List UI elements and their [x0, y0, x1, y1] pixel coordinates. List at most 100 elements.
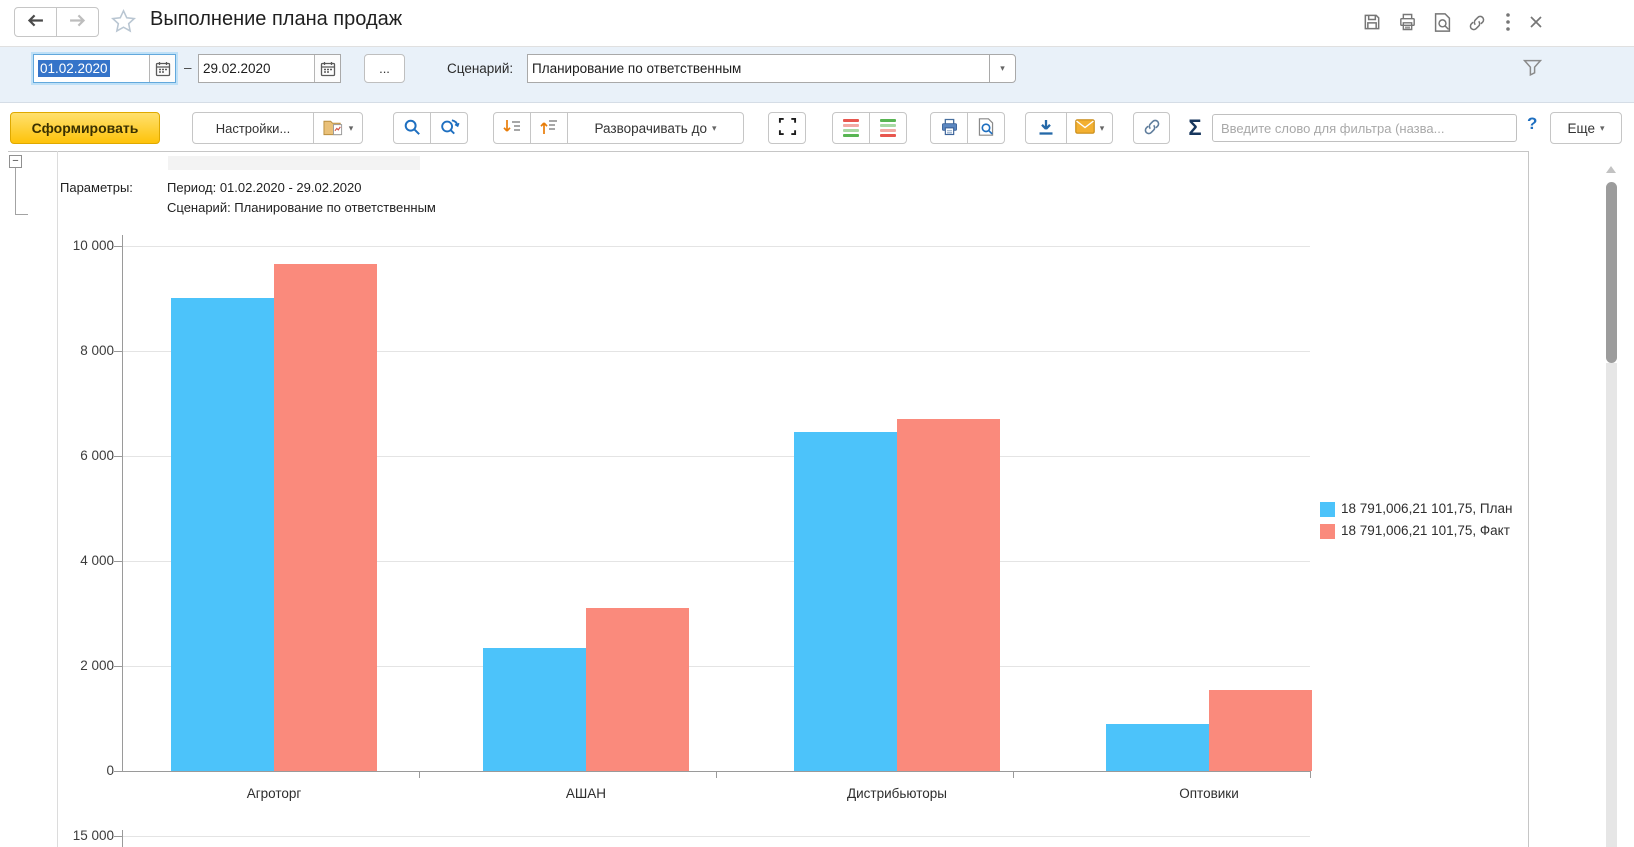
category-label: Дистрибьюторы — [747, 786, 1047, 801]
get-link-icon[interactable] — [1467, 13, 1487, 38]
grouping-margin-divider — [57, 151, 58, 847]
expand-to-label: Разворачивать до — [594, 121, 707, 136]
sort-green-red-button[interactable] — [869, 112, 907, 144]
group-collapse-toggle[interactable]: − — [9, 155, 22, 168]
close-icon[interactable] — [1529, 15, 1543, 34]
bar-План-Дистрибьюторы[interactable] — [794, 432, 897, 771]
bar-План-АШАН[interactable] — [483, 648, 586, 771]
expand-groups-button[interactable] — [493, 112, 531, 144]
sigma-totals-icon[interactable]: Σ — [1180, 112, 1210, 144]
scenario-field[interactable]: Планирование по ответственным — [527, 54, 990, 83]
send-email-button[interactable]: ▾ — [1066, 112, 1113, 144]
category-tick — [1013, 771, 1014, 778]
generate-button[interactable]: Сформировать — [10, 112, 160, 144]
bar-Факт-Оптовики[interactable] — [1209, 690, 1312, 771]
scrollbar-thumb[interactable] — [1606, 182, 1617, 363]
save-icon[interactable] — [1362, 12, 1382, 37]
fullscreen-button[interactable] — [768, 112, 806, 144]
more-actions-label: Еще — [1568, 121, 1595, 136]
fullscreen-icon — [778, 117, 797, 139]
next-chart-gridline — [122, 836, 1310, 837]
chain-link-icon — [1142, 117, 1162, 140]
parameters-label: Параметры: — [60, 180, 133, 195]
preview-report-button[interactable] — [967, 112, 1005, 144]
chart-gridline — [122, 246, 1310, 247]
quick-filter-input[interactable] — [1212, 114, 1517, 142]
filter-funnel-icon[interactable] — [1523, 59, 1542, 81]
y-axis-tick — [114, 561, 122, 562]
kebab-menu-icon[interactable] — [1505, 12, 1511, 37]
category-tick — [716, 771, 717, 778]
scenario-dropdown-button[interactable]: ▾ — [989, 54, 1016, 83]
group-bracket-line — [15, 168, 16, 214]
back-button[interactable] — [14, 7, 57, 37]
date-from-value[interactable]: 01.02.2020 — [38, 60, 110, 77]
date-to-calendar-icon[interactable] — [314, 55, 340, 82]
category-label: АШАН — [436, 786, 736, 801]
help-icon[interactable]: ? — [1527, 114, 1537, 134]
y-axis-tick — [114, 666, 122, 667]
scrollbar-track[interactable] — [1606, 363, 1617, 847]
report-link-button[interactable] — [1133, 112, 1170, 144]
legend-swatch-Факт — [1320, 524, 1335, 539]
print-report-button[interactable] — [930, 112, 968, 144]
y-axis-tick — [114, 456, 122, 457]
collapse-groups-button[interactable] — [530, 112, 568, 144]
parameters-scenario-line: Сценарий: Планирование по ответственным — [167, 200, 436, 215]
page-title: Выполнение плана продаж — [150, 8, 402, 31]
category-tick — [419, 771, 420, 778]
chevron-down-icon: ▾ — [712, 124, 717, 133]
search-button[interactable] — [393, 112, 431, 144]
y-axis-tick — [114, 246, 122, 247]
chevron-down-icon: ▾ — [1000, 64, 1005, 73]
chevron-down-icon: ▾ — [1600, 124, 1605, 133]
y-axis-tick — [114, 351, 122, 352]
y-axis-tick-label: 2 000 — [38, 658, 114, 673]
search-next-button[interactable] — [430, 112, 468, 144]
legend-swatch-План — [1320, 502, 1335, 517]
y-axis-tick-label: 0 — [38, 763, 114, 778]
category-tick — [1310, 771, 1311, 778]
report-variants-button[interactable]: ▾ — [313, 112, 363, 144]
bar-План-Оптовики[interactable] — [1106, 724, 1209, 771]
save-file-button[interactable] — [1025, 112, 1067, 144]
date-from-field[interactable]: 01.02.2020 — [33, 54, 176, 83]
period-more-button[interactable]: ... — [364, 54, 405, 83]
forward-arrow-icon — [69, 14, 86, 30]
scenario-value: Планирование по ответственным — [528, 55, 989, 82]
report-top-border — [8, 151, 1528, 152]
bar-Факт-Дистрибьюторы[interactable] — [897, 419, 1000, 771]
print-preview-icon[interactable] — [1433, 12, 1452, 38]
date-from-calendar-icon[interactable] — [149, 55, 175, 82]
sort-red-green-button[interactable] — [832, 112, 870, 144]
date-to-field[interactable]: 29.02.2020 — [198, 54, 341, 83]
date-range-dash: – — [184, 60, 192, 75]
y-axis-line — [122, 235, 123, 771]
favorite-star-icon[interactable] — [110, 8, 137, 40]
scenario-label: Сценарий: — [447, 61, 513, 76]
green-red-stripes-icon — [880, 119, 896, 137]
parameters-period-line: Период: 01.02.2020 - 29.02.2020 — [167, 180, 362, 195]
search-icon — [403, 118, 421, 139]
envelope-icon — [1075, 119, 1095, 137]
search-refresh-icon — [439, 117, 460, 139]
bar-Факт-АШАН[interactable] — [586, 608, 689, 771]
legend-label-Факт: 18 791,006,21 101,75, Факт — [1341, 523, 1510, 538]
scrollbar-up-arrow[interactable] — [1606, 166, 1616, 173]
y-axis-tick-label: 4 000 — [38, 553, 114, 568]
date-to-value: 29.02.2020 — [199, 55, 314, 82]
bar-План-Агроторг[interactable] — [171, 298, 274, 771]
forward-button[interactable] — [56, 7, 99, 37]
bar-Факт-Агроторг[interactable] — [274, 264, 377, 771]
next-chart-tick — [114, 836, 122, 837]
red-green-stripes-icon — [843, 119, 859, 137]
next-chart-tick-label: 15 000 — [38, 828, 114, 843]
expand-to-button[interactable]: Разворачивать до ▾ — [567, 112, 744, 144]
more-actions-button[interactable]: Еще ▾ — [1550, 112, 1622, 144]
back-arrow-icon — [27, 14, 44, 30]
y-axis-tick — [114, 771, 122, 772]
y-axis-tick-label: 6 000 — [38, 448, 114, 463]
report-right-border — [1528, 151, 1529, 847]
settings-button[interactable]: Настройки... — [192, 112, 314, 144]
print-icon[interactable] — [1397, 12, 1418, 37]
